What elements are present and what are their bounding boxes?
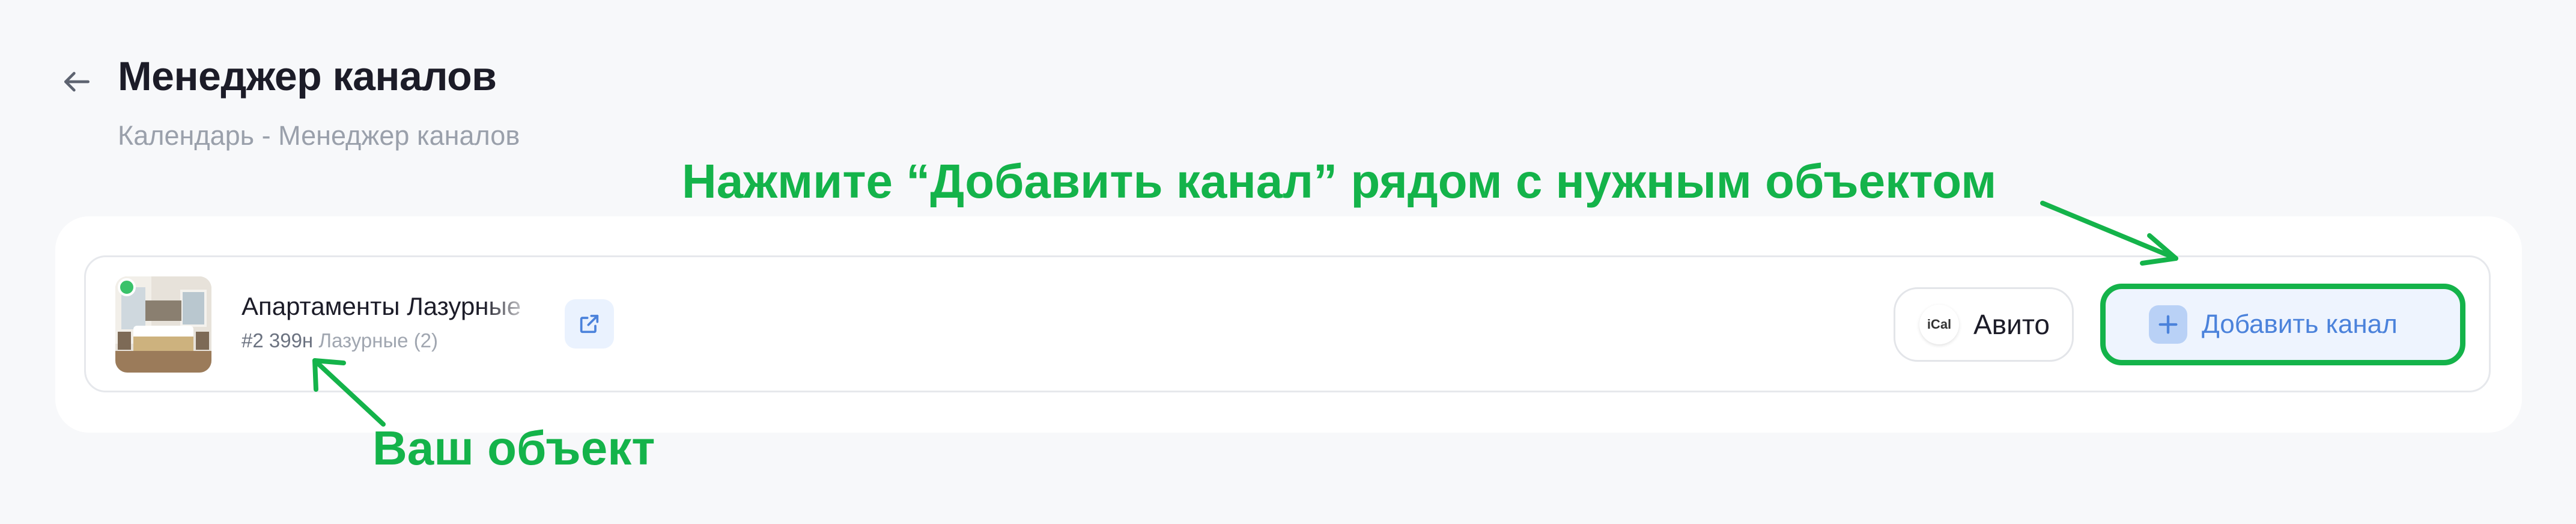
your-object-hint: Ваш объект — [372, 421, 655, 475]
arrow-to-add-button — [2040, 201, 2178, 261]
arrow-to-property — [312, 358, 386, 427]
